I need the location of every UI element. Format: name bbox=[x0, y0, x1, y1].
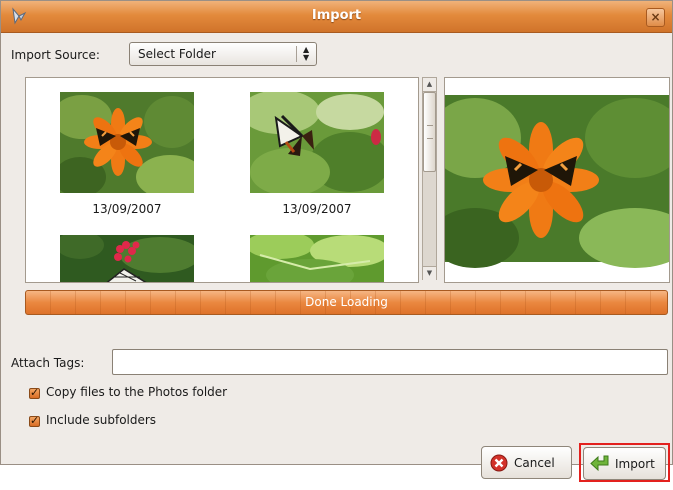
import-source-select[interactable]: Select Folder ▲ ▼ bbox=[129, 42, 317, 66]
attach-tags-label: Attach Tags: bbox=[11, 356, 85, 370]
import-source-label: Import Source: bbox=[11, 48, 100, 62]
up-down-arrows-icon: ▲ ▼ bbox=[303, 45, 310, 62]
cancel-icon bbox=[490, 454, 508, 472]
thumbnail-item[interactable] bbox=[250, 92, 384, 193]
photo-butterfly-leaves bbox=[250, 92, 384, 193]
thumbnail-grid[interactable]: 13/09/2007 13/09/2007 bbox=[25, 77, 419, 283]
copy-files-checkbox[interactable] bbox=[29, 386, 40, 399]
photo-green-leaves bbox=[250, 235, 384, 282]
title-bar[interactable]: Import × bbox=[1, 1, 672, 33]
import-label: Import bbox=[615, 457, 655, 471]
thumbnail-item[interactable] bbox=[60, 235, 194, 282]
scroll-down-icon[interactable]: ▼ bbox=[423, 266, 436, 280]
photo-orange-flower bbox=[60, 92, 194, 193]
scrollbar-thumb[interactable] bbox=[423, 92, 436, 172]
include-subfolders-label[interactable]: Include subfolders bbox=[46, 413, 156, 427]
loading-progress-bar: Done Loading bbox=[25, 290, 668, 315]
attach-tags-input[interactable] bbox=[112, 349, 668, 375]
scroll-up-icon[interactable]: ▲ bbox=[423, 78, 436, 92]
progress-text: Done Loading bbox=[305, 295, 388, 309]
window-title: Import bbox=[311, 8, 362, 23]
thumbnail-item[interactable] bbox=[60, 92, 194, 193]
preview-image bbox=[445, 95, 669, 268]
copy-files-label[interactable]: Copy files to the Photos folder bbox=[46, 385, 227, 399]
thumbnail-date: 13/09/2007 bbox=[282, 202, 352, 216]
cancel-button[interactable]: Cancel bbox=[481, 446, 572, 479]
close-button[interactable]: × bbox=[646, 8, 665, 27]
cancel-label: Cancel bbox=[514, 456, 555, 470]
thumbnail-item[interactable] bbox=[250, 235, 384, 282]
photo-preview bbox=[444, 77, 670, 283]
import-arrow-icon bbox=[590, 455, 609, 472]
close-icon: × bbox=[650, 10, 661, 24]
thumbnail-date: 13/09/2007 bbox=[92, 202, 162, 216]
include-subfolders-checkbox[interactable] bbox=[29, 414, 40, 427]
import-button[interactable]: Import bbox=[583, 447, 666, 480]
select-divider bbox=[296, 46, 297, 62]
import-source-value: Select Folder bbox=[138, 47, 216, 61]
import-dialog: Import × Import Source: Select Folder ▲ ▼ bbox=[0, 0, 673, 482]
photo-red-flowers bbox=[60, 235, 194, 282]
thumbnail-scrollbar[interactable]: ▲ ▼ bbox=[422, 77, 437, 280]
